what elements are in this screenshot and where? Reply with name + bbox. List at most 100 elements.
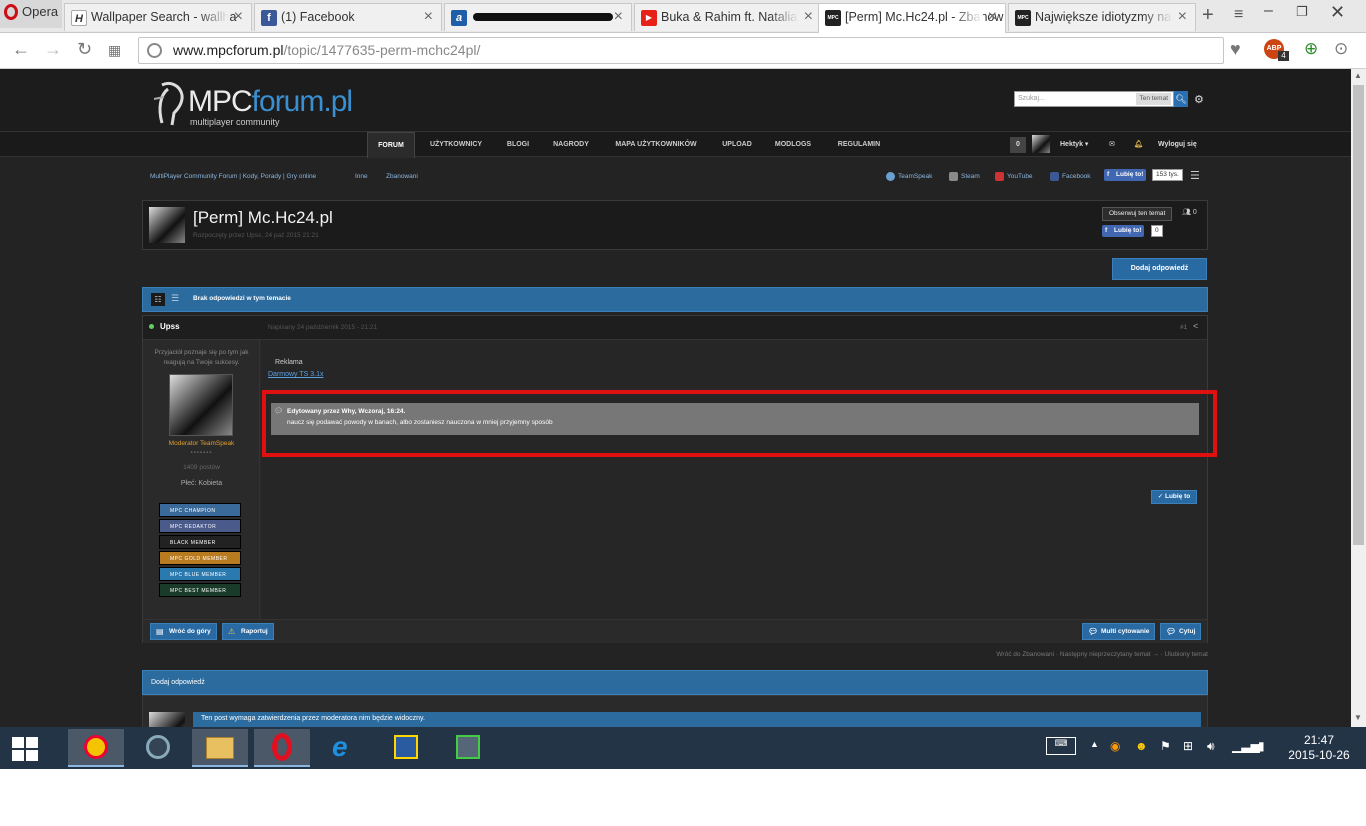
nav-rules[interactable]: REGULAMIN	[826, 132, 892, 158]
scroll-down-arrow-icon[interactable]: ▼	[1354, 713, 1362, 722]
tray-smiley-icon[interactable]: ☻	[1135, 739, 1148, 753]
nav-forum[interactable]: FORUM	[367, 132, 415, 158]
nav-user-map[interactable]: MAPA UŻYTKOWNIKÓW	[604, 132, 708, 158]
nav-blogs[interactable]: BLOGI	[498, 132, 538, 158]
close-tab-icon[interactable]: ×	[804, 4, 813, 30]
forward-arrow-icon[interactable]: →	[44, 39, 62, 60]
reload-icon[interactable]: ↻	[77, 39, 92, 60]
back-arrow-icon[interactable]: ←	[12, 39, 30, 60]
scrollbar-thumb[interactable]	[1353, 85, 1364, 545]
topic-like-button[interactable]: Lubię to!	[1102, 225, 1145, 237]
touch-keyboard-icon[interactable]: ⌨	[1046, 737, 1076, 755]
url-field[interactable]: www.mpcforum.pl/topic/1477635-perm-mchc2…	[138, 37, 1224, 64]
close-window-icon[interactable]: ✕	[1330, 2, 1345, 23]
messages-envelope-icon[interactable]: ✉	[1109, 137, 1115, 153]
nav-awards[interactable]: NAGRODY	[544, 132, 598, 158]
close-tab-icon[interactable]: ×	[424, 4, 433, 30]
list-view-icon[interactable]: ☰	[1190, 169, 1200, 182]
action-center-flag-icon[interactable]: ⚑	[1160, 739, 1171, 753]
opera-menu-button[interactable]: Opera	[0, 0, 62, 28]
notification-count-badge[interactable]: 0	[1010, 137, 1026, 153]
taskbar-vpn-app[interactable]	[440, 729, 496, 767]
network-app-icon	[394, 735, 418, 759]
taskbar-teamspeak[interactable]	[130, 729, 186, 767]
linear-view-icon[interactable]: ☰	[171, 293, 179, 304]
nav-upload[interactable]: UPLOAD	[714, 132, 760, 158]
taskbar-opera[interactable]	[254, 729, 310, 767]
download-arrow-icon[interactable]: ⊙	[1334, 39, 1348, 59]
show-hidden-icons-icon[interactable]: ▲	[1090, 739, 1099, 749]
add-reply-button[interactable]: Dodaj odpowiedź	[1112, 258, 1207, 280]
ad-link[interactable]: Darmowy TS 3.1x	[268, 371, 324, 378]
system-clock[interactable]: 21:47 2015-10-26	[1286, 733, 1352, 763]
windows-tray-icon[interactable]: ⊞	[1183, 739, 1193, 753]
taskbar-network-app[interactable]	[378, 729, 434, 767]
tab-perm-topic[interactable]: MPC [Perm] Mc.Hc24.pl - Zbanow ×	[818, 3, 1006, 34]
tab-redacted[interactable]: a ×	[444, 3, 632, 31]
internet-explorer-icon: e	[332, 731, 348, 762]
back-to-top-button[interactable]: ▤ Wróć do góry	[150, 623, 217, 640]
social-steam-link[interactable]: Steam	[949, 165, 980, 189]
threaded-view-icon[interactable]: ☷	[151, 293, 165, 306]
report-button[interactable]: ⚠ Raportuj	[222, 623, 274, 640]
taskbar-file-explorer[interactable]	[192, 729, 248, 767]
search-settings-gear-icon[interactable]: ⚙	[1194, 93, 1204, 106]
page-scrollbar[interactable]: ▲ ▼	[1351, 69, 1366, 727]
taskbar-sun-app[interactable]	[68, 729, 124, 767]
close-tab-icon[interactable]: ×	[988, 4, 997, 30]
download-icon[interactable]: ⊕	[1304, 39, 1318, 59]
scroll-up-arrow-icon[interactable]: ▲	[1354, 71, 1362, 80]
notifications-bell-icon[interactable]: 🔔︎	[1134, 137, 1143, 153]
post-author[interactable]: Upss	[160, 322, 180, 331]
tray-app-orange-icon[interactable]: ◉	[1110, 739, 1120, 753]
logout-link[interactable]: Wyloguj się	[1158, 137, 1197, 153]
user-menu[interactable]: Hektyk ▾	[1060, 137, 1088, 153]
nav-users[interactable]: UŻYTKOWNICY	[420, 132, 492, 158]
speed-dial-grid-icon[interactable]: ▦	[108, 42, 121, 59]
close-tab-icon[interactable]: ×	[1178, 4, 1187, 30]
author-avatar[interactable]	[169, 374, 233, 436]
user-avatar[interactable]	[1032, 135, 1050, 153]
reply-user-avatar	[149, 712, 185, 727]
wifi-signal-icon[interactable]: ▁▃▅	[1232, 739, 1260, 753]
close-tab-icon[interactable]: ×	[234, 4, 243, 30]
maximize-icon[interactable]: ❐	[1296, 4, 1308, 20]
topic-author-avatar[interactable]	[149, 207, 185, 243]
social-facebook-link[interactable]: Facebook	[1050, 165, 1091, 189]
clock-date: 2015-10-26	[1288, 748, 1350, 762]
social-teamspeak-link[interactable]: TeamSpeak	[886, 165, 932, 189]
new-tab-plus-icon[interactable]: +	[1202, 4, 1214, 27]
minimize-icon[interactable]: –	[1264, 2, 1273, 20]
social-youtube-link[interactable]: YouTube	[995, 165, 1033, 189]
follow-topic-button[interactable]: Obserwuj ten temat	[1102, 207, 1173, 221]
search-scope[interactable]: Ten temat	[1136, 93, 1171, 105]
breadcrumb-inne[interactable]: Inne	[355, 165, 368, 189]
heart-bookmark-icon[interactable]: ♥	[1230, 39, 1241, 60]
battery-icon[interactable]: ▮	[1258, 739, 1265, 753]
breadcrumb-zbanowani[interactable]: Zbanowani	[386, 165, 418, 189]
tab-idiotyzmy[interactable]: MPC Największe idiotyzmy na ×	[1008, 3, 1196, 31]
breadcrumb-forum[interactable]: MultiPlayer Community Forum | Kody, Pora…	[150, 165, 316, 189]
search-button[interactable]: 🔍︎	[1174, 91, 1188, 107]
tab-menu-icon[interactable]: ≡	[1234, 6, 1243, 24]
mpc-logo-figure-icon	[153, 81, 184, 126]
multiquote-button[interactable]: 💬︎ Multi cytowanie	[1082, 623, 1156, 640]
facebook-like-button[interactable]: Lubię to!	[1104, 169, 1147, 181]
tab-title: (1) Facebook	[281, 10, 355, 24]
windows-start-icon[interactable]	[12, 737, 38, 761]
post-number[interactable]: #1	[1180, 324, 1187, 331]
like-post-button[interactable]: ✓ Lubię to	[1151, 490, 1197, 504]
search-input[interactable]: Szukaj... Ten temat	[1014, 91, 1174, 107]
tab-wallpaper[interactable]: H Wallpaper Search - wallha ×	[64, 3, 252, 31]
tab-facebook[interactable]: f (1) Facebook ×	[254, 3, 442, 31]
share-icon[interactable]: <	[1193, 321, 1198, 331]
logo-subtitle: multiplayer community	[190, 117, 280, 127]
nav-modlogs[interactable]: MODLOGS	[766, 132, 820, 158]
topic-footer-links[interactable]: Wróć do Zbanowani · Następny nieprzeczyt…	[760, 651, 1208, 658]
site-logo[interactable]: MPCforum.pl multiplayer community	[150, 79, 353, 127]
tab-youtube[interactable]: ▶ Buka & Rahim ft. Natalia ×	[634, 3, 822, 31]
volume-icon[interactable]: 🔊︎	[1207, 739, 1215, 754]
taskbar-internet-explorer[interactable]: e	[316, 729, 372, 767]
quote-button[interactable]: 💬︎ Cytuj	[1160, 623, 1202, 640]
close-tab-icon[interactable]: ×	[614, 4, 623, 30]
